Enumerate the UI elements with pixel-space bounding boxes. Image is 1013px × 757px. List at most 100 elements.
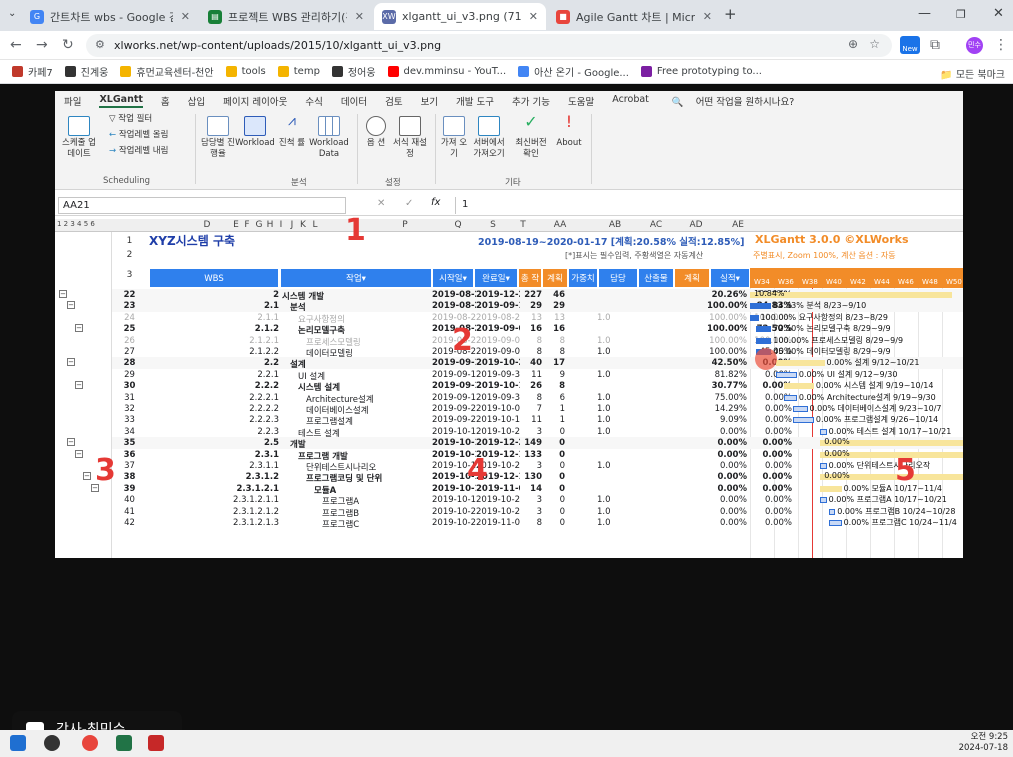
latest-version-button[interactable]: ✓ 최신버전 확인 [511,114,551,160]
gantt-bar[interactable] [750,303,772,310]
table-row[interactable]: 282.2설계2019-09-122019-10-21401742.50%0.0… [112,357,963,370]
browser-tab[interactable]: G 간트차트 wbs - Google 검색✕ [22,3,198,30]
column-header[interactable]: E [231,220,241,230]
column-header[interactable]: AD [681,220,711,230]
bookmark-item[interactable]: dev.mminsu - YouT... [387,64,506,79]
table-row[interactable]: 272.1.2.2데이터모델링2019-08-292019-09-09881.0… [112,346,963,359]
excel-menu-item[interactable]: 도움말 [568,94,594,108]
close-tab-icon[interactable]: ✕ [173,10,190,23]
name-box[interactable]: AA21 [58,197,346,214]
row-number[interactable]: 3 [112,270,147,280]
table-header[interactable]: 시작일▾ [432,268,474,288]
outline-collapse-button[interactable]: − [67,301,75,310]
column-header[interactable]: D [187,220,227,230]
outline-collapse-button[interactable]: − [59,290,67,298]
search-icon[interactable] [44,735,60,751]
column-header[interactable]: Q [438,220,478,230]
pdf-app-icon[interactable] [148,735,164,751]
level-down-button[interactable]: → 작업레벨 내림 [109,146,168,157]
excel-menu-item[interactable]: 파일 [64,94,81,108]
outline-collapse-button[interactable]: − [75,324,83,333]
close-tab-icon[interactable]: ✕ [347,10,364,23]
table-header[interactable]: WBS [149,268,279,288]
column-header[interactable]: I [276,220,286,230]
gantt-bar[interactable] [792,406,808,412]
back-icon[interactable]: ← [10,37,22,53]
column-header[interactable]: L [310,220,320,230]
bookmark-star-icon[interactable]: ☆ [869,37,880,51]
gantt-bar[interactable] [750,314,759,321]
excel-menu-item[interactable]: 추가 기능 [512,94,550,108]
bookmark-item[interactable]: 진계웅 [64,64,108,79]
table-row[interactable]: 342.2.3테스트 설계2019-10-172019-10-21301.00.… [112,426,963,439]
table-header[interactable]: 실적▾ [710,268,750,288]
gantt-bar[interactable] [756,337,772,344]
table-row[interactable]: 392.3.1.2.1모듈A2019-10-172019-11-041400.0… [112,483,963,496]
chrome-icon[interactable] [82,735,98,751]
excel-menu-item[interactable]: 데이터 [341,94,367,108]
gantt-bar[interactable] [756,326,772,333]
level-up-button[interactable]: ← 작업레벨 올림 [109,130,168,141]
excel-menu-item[interactable]: 홈 [161,94,170,108]
row-number[interactable]: 2 [112,250,147,260]
task-filter-button[interactable]: ▽ 작업 필터 [109,114,152,125]
table-row[interactable]: 382.3.1.2프로그램코딩 및 단위2019-10-172019-12-15… [112,471,963,484]
table-header[interactable]: 담당 [598,268,638,288]
start-icon[interactable] [10,735,26,751]
address-bar[interactable]: ⚙ xlworks.net/wp-content/uploads/2015/10… [86,34,892,57]
table-header[interactable]: 완료일▾ [474,268,518,288]
excel-menu-item[interactable]: Acrobat [612,94,649,108]
gantt-bar[interactable] [820,485,842,492]
row-number[interactable]: 1 [112,236,147,246]
format-reset-button[interactable]: 서식 재설정 [393,116,427,160]
by-owner-progress-button[interactable]: 담당별 진행율 [200,116,236,160]
cancel-icon[interactable]: ✕ [377,198,385,209]
browser-tab[interactable]: ▤ 프로젝트 WBS 관리하기(간트차✕ [200,3,372,30]
table-header[interactable]: 계획 작업 [542,268,568,304]
table-row[interactable]: 292.2.1UI 설계2019-09-122019-09-301191.081… [112,369,963,382]
outline-collapse-button[interactable]: − [67,438,75,447]
workload-button[interactable]: Workload [235,116,275,149]
formula-input[interactable]: 1 [455,197,955,214]
bookmark-item[interactable]: 아산 온기 - Google... [518,64,629,79]
progress-rate-button[interactable]: ⩘ 진척 률 [277,114,307,149]
table-row[interactable]: 372.3.1.1단위테스트시나리오2019-10-172019-10-2130… [112,460,963,473]
gantt-bar[interactable] [784,383,814,390]
column-header[interactable]: AC [641,220,671,230]
new-badge[interactable]: New [900,36,920,54]
options-button[interactable]: 옵 션 [361,116,391,149]
bookmark-item[interactable]: Free prototyping to... [640,64,762,79]
gantt-bar[interactable] [820,463,827,469]
outline-collapse-button[interactable]: − [75,449,83,458]
outline-collapse-button[interactable]: − [75,381,83,390]
outline-level-buttons[interactable]: 1 2 3 4 5 6 [57,220,95,228]
gantt-bar[interactable] [775,371,797,378]
excel-app-icon[interactable] [116,735,132,751]
gantt-bar[interactable] [820,497,827,504]
table-row[interactable]: 352.5개발2019-10-172019-12-2314900.00%0.00… [112,437,963,450]
column-header[interactable]: P [385,220,425,230]
server-fetch-button[interactable]: 서버에서 가져오기 [469,116,509,160]
table-row[interactable]: 402.3.1.2.1.1프로그램A2019-10-172019-10-2130… [112,494,963,507]
close-window-icon[interactable]: ✕ [993,6,1004,21]
extensions-icon[interactable]: ⧉ [930,37,940,53]
column-header[interactable]: AA [545,220,575,230]
bookmark-item[interactable]: temp [277,64,320,79]
excel-menu-item[interactable]: 삽입 [188,94,205,108]
close-tab-icon[interactable]: ✕ [521,10,538,23]
site-info-icon[interactable]: ⚙ [95,38,105,51]
table-row[interactable]: 412.3.1.2.1.2프로그램B2019-10-242019-10-2830… [112,506,963,519]
gantt-bar[interactable] [828,508,836,515]
gantt-bar[interactable] [784,394,797,401]
forward-icon[interactable]: → [36,37,48,53]
tab-search-icon[interactable]: ⌄ [8,8,16,19]
bookmark-item[interactable]: tools [225,64,266,79]
outline-collapse-button[interactable]: − [67,358,75,367]
excel-menu-item[interactable]: 검토 [385,94,402,108]
column-header[interactable]: F [242,220,252,230]
function-icon[interactable]: fx [431,197,440,208]
excel-menu-item[interactable]: 개발 도구 [456,94,494,108]
fetch-button[interactable]: 가져 오기 [439,116,469,160]
column-header[interactable]: G [254,220,264,230]
zoom-icon[interactable]: ⊕ [848,37,858,51]
